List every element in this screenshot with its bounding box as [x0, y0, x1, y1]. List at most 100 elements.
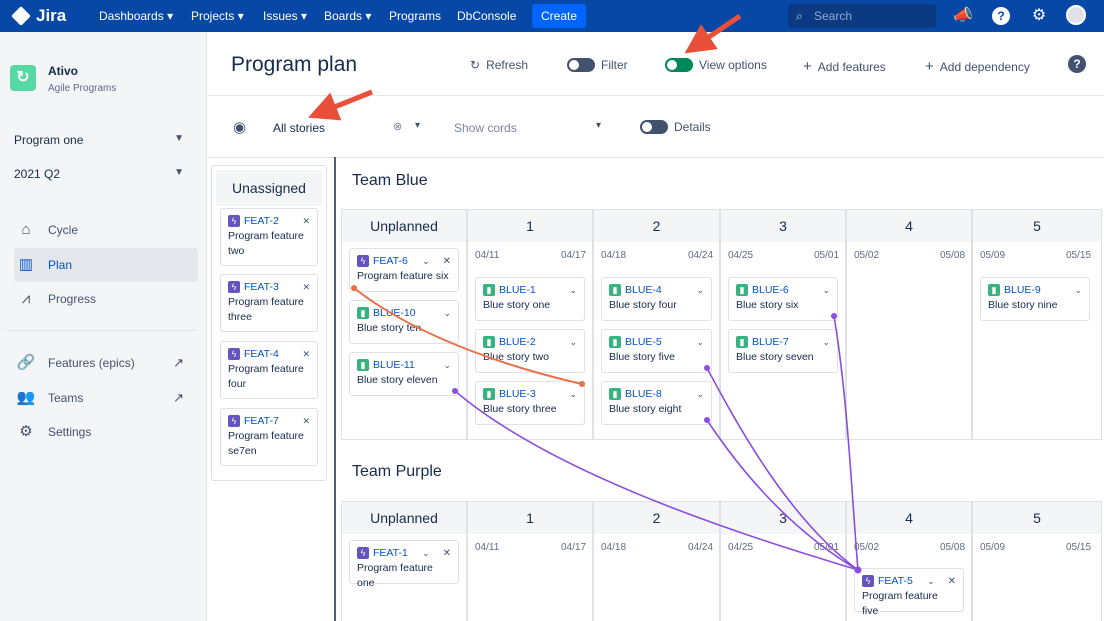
eye-icon[interactable]: ◉ [233, 118, 246, 136]
story-card[interactable]: ▮BLUE-5⌄ Blue story five [601, 329, 712, 373]
issue-key[interactable]: FEAT-2 [244, 215, 279, 227]
issue-key[interactable]: FEAT-5 [878, 575, 913, 587]
feature-card[interactable]: ϟFEAT-3✕ Program feature three [220, 274, 318, 332]
feature-card[interactable]: ϟFEAT-5⌄✕ Program feature five [854, 568, 964, 612]
close-icon[interactable]: ✕ [302, 282, 310, 293]
add-features-button[interactable]: +Add features [803, 58, 886, 75]
sidebar-item-settings[interactable]: ⚙ Settings [14, 415, 198, 449]
close-icon[interactable]: ✕ [302, 349, 310, 360]
feature-card[interactable]: ϟFEAT-2✕ Program feature two [220, 208, 318, 266]
chevron-down-icon[interactable]: ⌄ [696, 389, 704, 400]
help-icon[interactable]: ? [990, 5, 1012, 27]
nav-dashboards[interactable]: Dashboards ▾ [99, 9, 173, 23]
sidebar-item-progress[interactable]: ⩘ Progress [14, 282, 198, 316]
chevron-down-icon[interactable]: ▾ [596, 120, 601, 131]
nav-dbconsole[interactable]: DbConsole [457, 9, 516, 23]
nav-projects[interactable]: Projects ▾ [191, 9, 244, 23]
nav-boards[interactable]: Boards ▾ [324, 9, 371, 23]
chevron-down-icon[interactable]: ▾ [415, 120, 420, 131]
feature-card[interactable]: ϟFEAT-6⌄✕ Program feature six [349, 248, 459, 292]
issue-key[interactable]: BLUE-1 [499, 284, 536, 296]
search-input[interactable]: ⌕ Search [788, 4, 936, 28]
refresh-button[interactable]: ↻Refresh [470, 58, 528, 72]
chevron-down-icon[interactable]: ⌄ [696, 285, 704, 296]
chevron-down-icon[interactable]: ⌄ [822, 337, 830, 348]
feature-card[interactable]: ϟFEAT-1⌄✕ Program feature one [349, 540, 459, 584]
story-bookmark-icon: ▮ [483, 388, 495, 400]
chevron-down-icon[interactable]: ⌄ [696, 337, 704, 348]
issue-key[interactable]: FEAT-7 [244, 415, 279, 427]
chevron-down-icon[interactable]: ⌄ [927, 576, 935, 587]
chevron-down-icon[interactable]: ⌄ [422, 548, 430, 559]
story-card[interactable]: ▮BLUE-8⌄ Blue story eight [601, 381, 712, 425]
story-card[interactable]: ▮BLUE-10⌄ Blue story ten [349, 300, 459, 344]
chevron-down-icon[interactable]: ⌄ [1074, 285, 1082, 296]
story-card[interactable]: ▮BLUE-7⌄ Blue story seven [728, 329, 838, 373]
story-card[interactable]: ▮BLUE-3⌄ Blue story three [475, 381, 585, 425]
issue-key[interactable]: BLUE-5 [625, 336, 662, 348]
chevron-down-icon[interactable]: ⌄ [569, 337, 577, 348]
toggle-off-icon [567, 58, 595, 72]
notifications-megaphone-icon[interactable]: 📣 [952, 5, 974, 27]
close-icon[interactable]: ✕ [948, 576, 956, 587]
chevron-down-icon[interactable]: ⌄ [443, 308, 451, 319]
issue-key[interactable]: BLUE-6 [752, 284, 789, 296]
stories-filter-select[interactable]: All stories [273, 121, 325, 135]
cords-select[interactable]: Show cords [454, 121, 517, 135]
story-card[interactable]: ▮BLUE-11⌄ Blue story eleven [349, 352, 459, 396]
sprint-start-date: 05/02 [854, 542, 879, 553]
quarter-select[interactable]: 2021 Q2 ▼ [14, 167, 192, 181]
feature-card[interactable]: ϟFEAT-7✕ Program feature se7en [220, 408, 318, 466]
close-icon[interactable]: ✕ [302, 216, 310, 227]
issue-key[interactable]: BLUE-10 [373, 307, 416, 319]
issue-key[interactable]: BLUE-2 [499, 336, 536, 348]
filter-toggle[interactable]: Filter [567, 58, 628, 72]
nav-programs[interactable]: Programs [389, 9, 441, 23]
sprint-end-date: 05/08 [940, 250, 965, 261]
story-card[interactable]: ▮BLUE-2⌄ Blue story two [475, 329, 585, 373]
jira-logo[interactable]: Jira [14, 6, 66, 26]
sidebar-item-plan[interactable]: ▥ Plan [14, 248, 198, 282]
issue-key[interactable]: FEAT-1 [373, 547, 408, 559]
chevron-down-icon[interactable]: ⌄ [822, 285, 830, 296]
program-select[interactable]: Program one ▼ [14, 133, 192, 147]
sidebar-item-cycle[interactable]: ⌂ Cycle [14, 213, 198, 247]
close-icon[interactable]: ✕ [302, 416, 310, 427]
issue-key[interactable]: BLUE-11 [373, 359, 415, 371]
sidebar-item-teams[interactable]: 👥 Teams ↗ [14, 381, 198, 415]
issue-key[interactable]: BLUE-7 [752, 336, 789, 348]
issue-key[interactable]: BLUE-9 [1004, 284, 1041, 296]
issue-key[interactable]: FEAT-4 [244, 348, 279, 360]
user-avatar[interactable] [1065, 5, 1087, 27]
chevron-down-icon[interactable]: ⌄ [569, 285, 577, 296]
people-icon: 👥 [16, 381, 36, 415]
close-icon[interactable]: ✕ [443, 548, 451, 559]
settings-gear-icon[interactable]: ⚙ [1028, 5, 1050, 27]
chevron-down-icon[interactable]: ⌄ [422, 256, 430, 267]
sidebar-item-features[interactable]: 🔗 Features (epics) ↗ [14, 346, 198, 380]
issue-key[interactable]: FEAT-6 [373, 255, 408, 267]
details-toggle[interactable]: Details [640, 120, 711, 134]
close-icon[interactable]: ✕ [443, 256, 451, 267]
story-card[interactable]: ▮BLUE-4⌄ Blue story four [601, 277, 712, 321]
feature-card[interactable]: ϟFEAT-4✕ Program feature four [220, 341, 318, 399]
clear-icon[interactable]: ⊗ [393, 120, 402, 133]
view-options-toggle[interactable]: View options [665, 58, 767, 72]
issue-key[interactable]: BLUE-3 [499, 388, 536, 400]
issue-key[interactable]: FEAT-3 [244, 281, 279, 293]
sprint-column-2: 2 [593, 501, 720, 621]
issue-key[interactable]: BLUE-4 [625, 284, 662, 296]
issue-summary: Blue story ten [357, 321, 451, 336]
story-bookmark-icon: ▮ [483, 284, 495, 296]
create-button[interactable]: Create [532, 4, 586, 28]
chevron-down-icon[interactable]: ⌄ [443, 360, 451, 371]
chevron-down-icon[interactable]: ⌄ [569, 389, 577, 400]
help-icon[interactable]: ? [1068, 55, 1086, 73]
story-card[interactable]: ▮BLUE-1⌄ Blue story one [475, 277, 585, 321]
story-card[interactable]: ▮BLUE-9⌄ Blue story nine [980, 277, 1090, 321]
issue-key[interactable]: BLUE-8 [625, 388, 662, 400]
add-dependency-button[interactable]: +Add dependency [925, 58, 1030, 75]
nav-issues[interactable]: Issues ▾ [263, 9, 307, 23]
feature-lightning-icon: ϟ [357, 255, 369, 267]
story-card[interactable]: ▮BLUE-6⌄ Blue story six [728, 277, 838, 321]
